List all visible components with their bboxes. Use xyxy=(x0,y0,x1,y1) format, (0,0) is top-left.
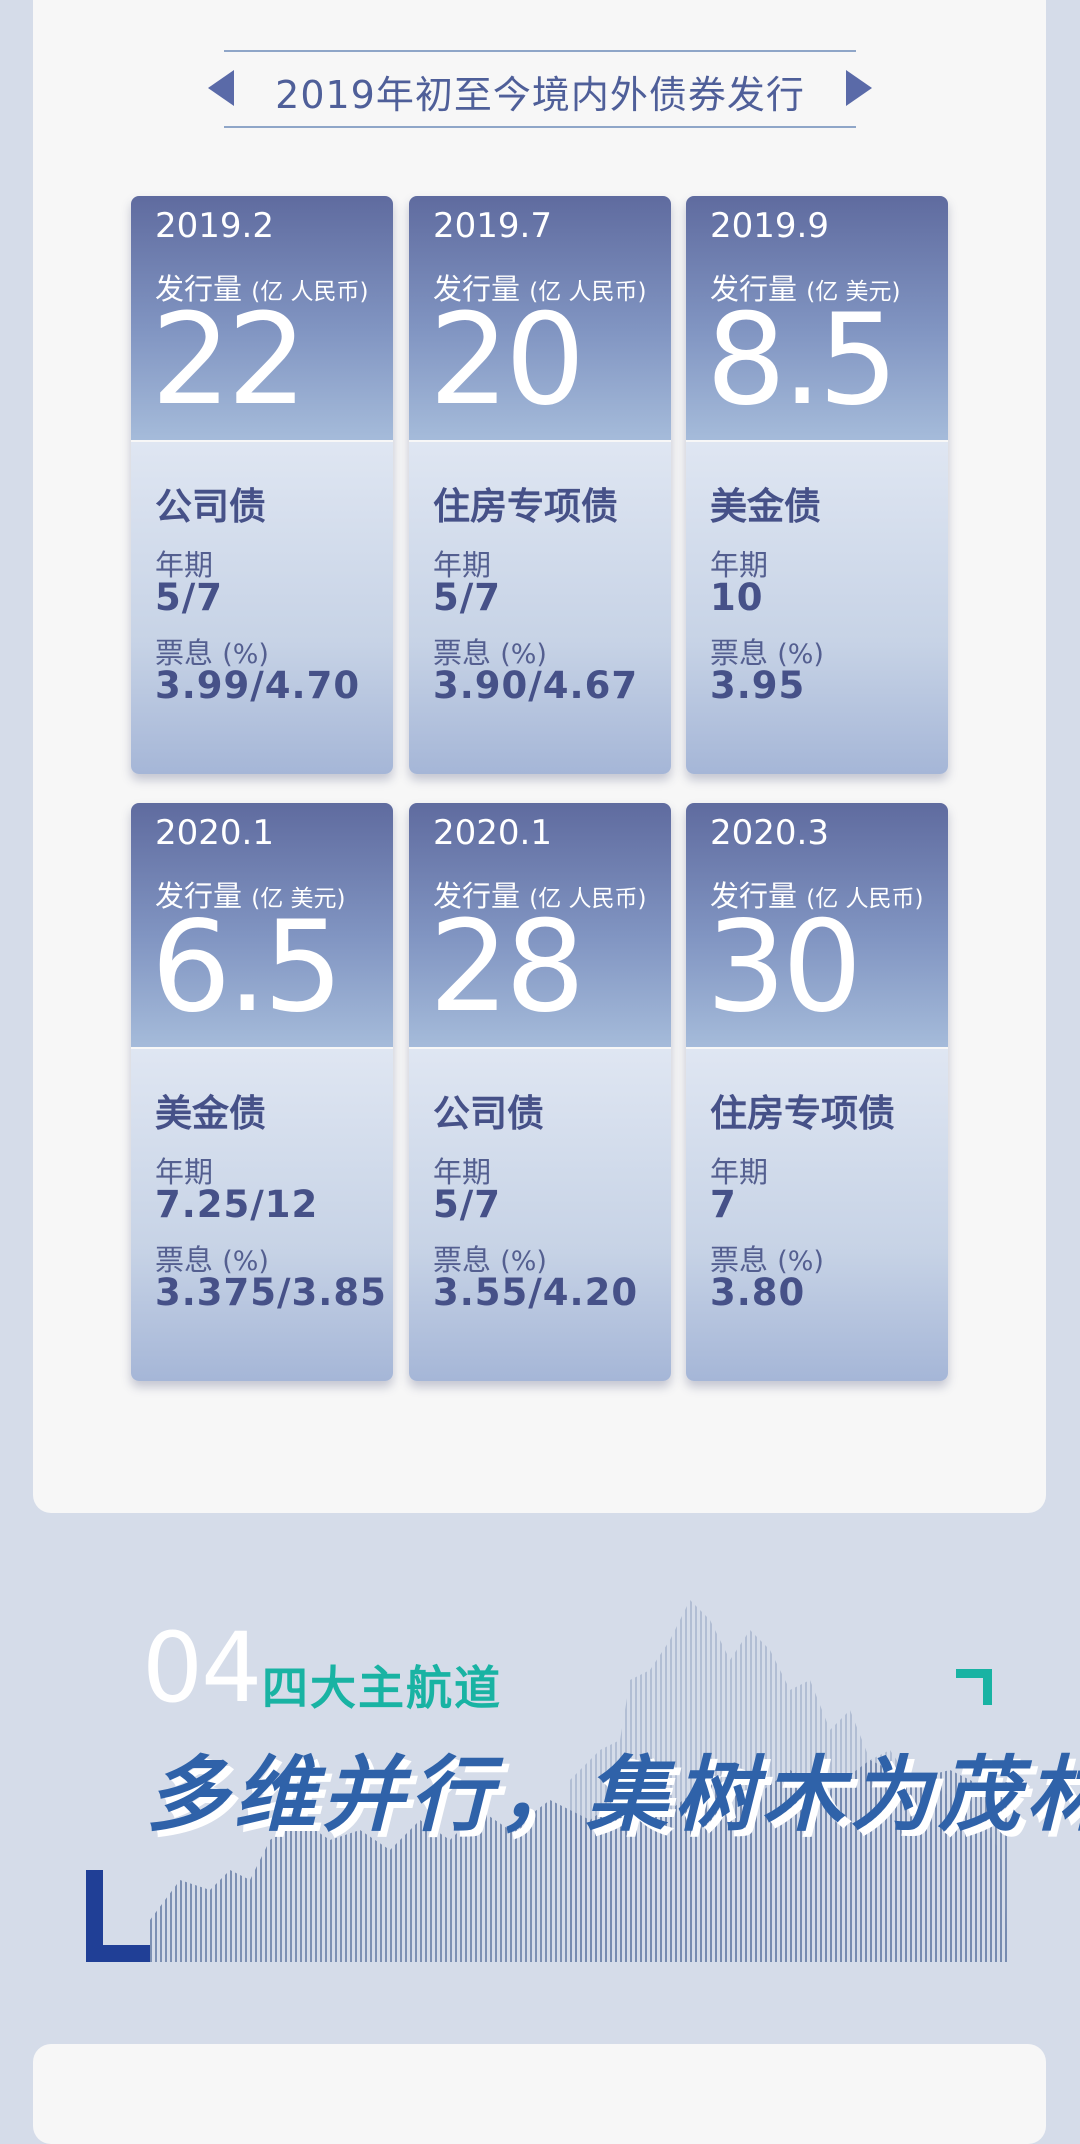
issue-date: 2020.1 xyxy=(433,813,552,853)
bond-card: 2020.3 发行量 (亿 人民币) 30 住房专项债 年期 7 票息 (%) … xyxy=(686,803,948,1381)
tenor-value: 5/7 xyxy=(433,576,502,619)
card-header: 2019.7 发行量 (亿 人民币) 20 xyxy=(409,196,671,440)
issue-amount: 22 xyxy=(151,286,307,433)
section-number: 04 xyxy=(142,1612,262,1724)
bond-type: 住房专项债 xyxy=(710,1092,895,1135)
next-content-panel xyxy=(33,2044,1046,2144)
tenor-value: 10 xyxy=(710,576,764,619)
tenor-value: 5/7 xyxy=(433,1183,502,1226)
banner-bottom-line xyxy=(224,126,856,128)
bond-card: 2019.7 发行量 (亿 人民币) 20 住房专项债 年期 5/7 票息 (%… xyxy=(409,196,671,774)
card-body: 住房专项债 年期 7 票息 (%) 3.80 xyxy=(686,1049,948,1381)
section-title: 多维并行，集树木为茂林 xyxy=(146,1747,1080,1843)
bond-card: 2020.1 发行量 (亿 美元) 6.5 美金债 年期 7.25/12 票息 … xyxy=(131,803,393,1381)
card-header: 2019.9 发行量 (亿 美元) 8.5 xyxy=(686,196,948,440)
card-body: 公司债 年期 5/7 票息 (%) 3.55/4.20 xyxy=(409,1049,671,1381)
issue-date: 2019.2 xyxy=(155,206,274,246)
card-header: 2020.1 发行量 (亿 美元) 6.5 xyxy=(131,803,393,1047)
banner-top-line xyxy=(224,50,856,52)
corner-accent-bar xyxy=(983,1669,992,1705)
tenor-value: 5/7 xyxy=(155,576,224,619)
issue-amount: 8.5 xyxy=(706,286,898,433)
bond-type: 公司债 xyxy=(155,485,266,528)
issue-amount: 20 xyxy=(429,286,585,433)
bond-type: 美金债 xyxy=(710,485,821,528)
card-header: 2020.1 发行量 (亿 人民币) 28 xyxy=(409,803,671,1047)
bond-card: 2019.2 发行量 (亿 人民币) 22 公司债 年期 5/7 票息 (%) … xyxy=(131,196,393,774)
section-subtitle: 四大主航道 xyxy=(262,1661,502,1715)
issue-date: 2019.7 xyxy=(433,206,552,246)
bond-type: 住房专项债 xyxy=(433,485,618,528)
coupon-value: 3.99/4.70 xyxy=(155,664,361,707)
bond-type: 美金债 xyxy=(155,1092,266,1135)
coupon-value: 3.55/4.20 xyxy=(433,1271,639,1314)
tenor-value: 7 xyxy=(710,1183,737,1226)
issue-amount: 28 xyxy=(429,893,585,1040)
corner-accent-top-right xyxy=(956,1669,992,1705)
corner-accent-bottom-left xyxy=(86,1870,150,1962)
bond-card: 2019.9 发行量 (亿 美元) 8.5 美金债 年期 10 票息 (%) 3… xyxy=(686,196,948,774)
card-body: 公司债 年期 5/7 票息 (%) 3.99/4.70 xyxy=(131,442,393,774)
banner-title: 2019年初至今境内外债券发行 xyxy=(275,73,805,117)
corner-accent-bar xyxy=(86,1945,150,1962)
issue-date: 2020.1 xyxy=(155,813,274,853)
coupon-value: 3.375/3.85 xyxy=(155,1271,387,1314)
bond-card: 2020.1 发行量 (亿 人民币) 28 公司债 年期 5/7 票息 (%) … xyxy=(409,803,671,1381)
issue-date: 2020.3 xyxy=(710,813,829,853)
tenor-value: 7.25/12 xyxy=(155,1183,319,1226)
card-body: 美金债 年期 7.25/12 票息 (%) 3.375/3.85 xyxy=(131,1049,393,1381)
card-header: 2019.2 发行量 (亿 人民币) 22 xyxy=(131,196,393,440)
coupon-value: 3.95 xyxy=(710,664,806,707)
card-body: 美金债 年期 10 票息 (%) 3.95 xyxy=(686,442,948,774)
coupon-value: 3.90/4.67 xyxy=(433,664,639,707)
card-body: 住房专项债 年期 5/7 票息 (%) 3.90/4.67 xyxy=(409,442,671,774)
issue-amount: 6.5 xyxy=(151,893,343,1040)
issue-date: 2019.9 xyxy=(710,206,829,246)
coupon-value: 3.80 xyxy=(710,1271,806,1314)
card-header: 2020.3 发行量 (亿 人民币) 30 xyxy=(686,803,948,1047)
section-banner: 2019年初至今境内外债券发行 xyxy=(208,50,872,128)
bond-type: 公司债 xyxy=(433,1092,544,1135)
issue-amount: 30 xyxy=(706,893,862,1040)
